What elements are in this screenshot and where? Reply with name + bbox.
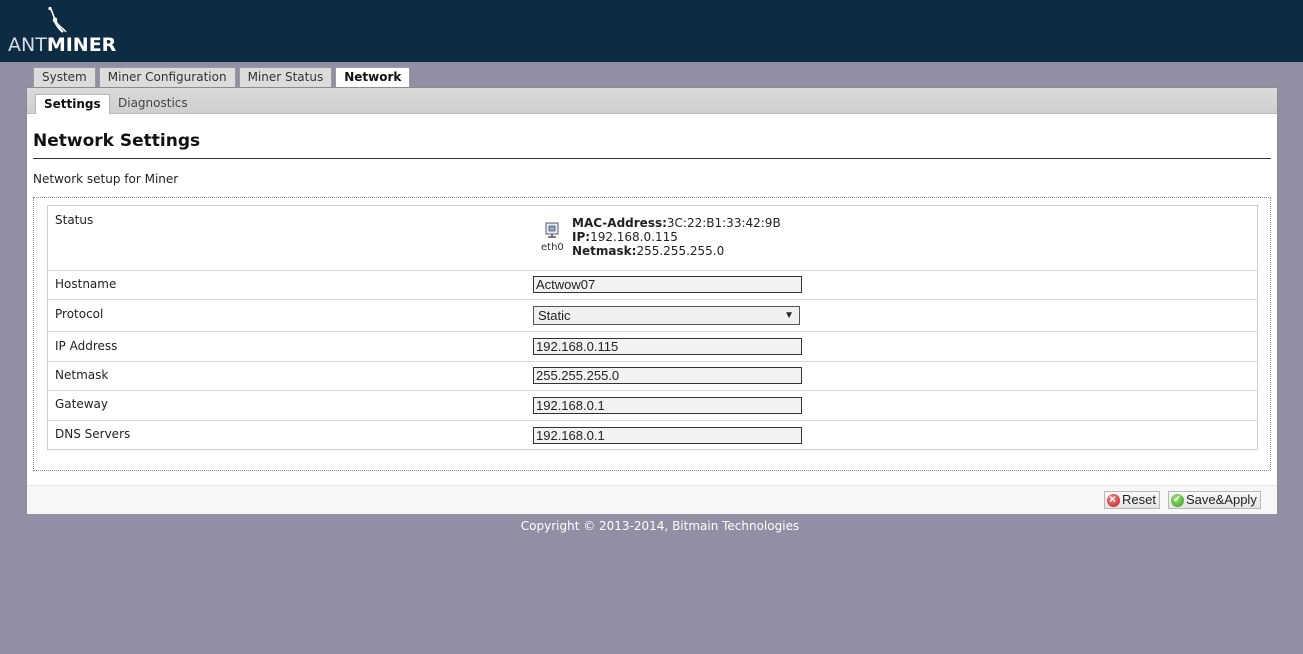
cancel-circle-icon xyxy=(1107,491,1120,507)
logo-wordmark: ANTMINER xyxy=(8,33,116,57)
logo-text-ant: ANT xyxy=(8,34,47,56)
netmask-line: Netmask:255.255.255.0 xyxy=(572,244,781,258)
page-description: Network setup for Miner xyxy=(33,172,179,186)
row-protocol: Protocol Static ▼ xyxy=(48,300,1257,332)
subtab-diagnostics[interactable]: Diagnostics xyxy=(110,94,196,114)
status-lines: MAC-Address:3C:22:B1:33:42:9B IP:192.168… xyxy=(572,216,781,258)
main-panel: Settings Diagnostics Network Settings Ne… xyxy=(26,87,1278,514)
page-title: Network Settings xyxy=(33,131,201,151)
row-hostname: Hostname Actwow07 xyxy=(48,271,1257,300)
interface-name: eth0 xyxy=(541,242,564,253)
netmask-input[interactable]: 255.255.255.0 xyxy=(533,367,802,384)
gateway-input[interactable]: 192.168.0.1 xyxy=(533,397,802,414)
content-area: Network Settings Network setup for Miner… xyxy=(27,115,1277,485)
title-divider xyxy=(33,158,1271,159)
ip-address-label: IP Address xyxy=(55,339,118,353)
antminer-logo-icon xyxy=(48,6,67,33)
dns-servers-input[interactable]: 192.168.0.1 xyxy=(533,427,802,444)
protocol-selected-value: Static xyxy=(538,308,571,323)
logo-text-miner: MINER xyxy=(46,34,117,56)
row-netmask: Netmask 255.255.255.0 xyxy=(48,362,1257,391)
status-label: Status xyxy=(55,213,94,227)
netmask-key: Netmask: xyxy=(572,244,637,258)
ip-value: 192.168.0.115 xyxy=(590,230,678,244)
reset-button[interactable]: Reset xyxy=(1104,491,1160,509)
header-bar: ANTMINER xyxy=(0,0,1303,62)
row-gateway: Gateway 192.168.0.1 xyxy=(48,391,1257,421)
save-apply-button-label: Save&Apply xyxy=(1186,492,1257,507)
network-fieldset: Status eth0 MAC-Address:3C:22:B1:33:42:9… xyxy=(33,197,1271,471)
row-dns-servers: DNS Servers 192.168.0.1 xyxy=(48,421,1257,451)
subtabs-bar: Settings Diagnostics xyxy=(27,88,1277,114)
netmask-value: 255.255.255.0 xyxy=(636,244,725,258)
check-circle-icon xyxy=(1171,492,1184,508)
action-bar: Reset Save&Apply xyxy=(27,485,1277,514)
dns-servers-label: DNS Servers xyxy=(55,427,131,441)
ip-address-input[interactable]: 192.168.0.115 xyxy=(533,338,802,355)
subtab-settings[interactable]: Settings xyxy=(35,94,110,114)
hostname-input[interactable]: Actwow07 xyxy=(533,276,802,293)
mac-value: 3C:22:B1:33:42:9B xyxy=(666,216,781,230)
ip-line: IP:192.168.0.115 xyxy=(572,230,781,244)
tab-miner-configuration[interactable]: Miner Configuration xyxy=(98,67,236,88)
netmask-label: Netmask xyxy=(55,368,109,382)
hostname-label: Hostname xyxy=(55,277,117,291)
antminer-logo: ANTMINER xyxy=(8,4,116,56)
tab-system[interactable]: System xyxy=(33,67,96,88)
protocol-label: Protocol xyxy=(55,307,104,321)
network-port-icon: eth0 xyxy=(540,222,566,256)
copyright-text: Copyright © 2013-2014, Bitmain Technolog… xyxy=(520,519,800,533)
row-status: Status eth0 MAC-Address:3C:22:B1:33:42:9… xyxy=(48,206,1257,271)
network-settings-table: Status eth0 MAC-Address:3C:22:B1:33:42:9… xyxy=(47,205,1258,450)
main-tabs: System Miner Configuration Miner Status … xyxy=(33,67,411,89)
tab-miner-status[interactable]: Miner Status xyxy=(238,67,333,88)
ip-key: IP: xyxy=(572,230,591,244)
mac-line: MAC-Address:3C:22:B1:33:42:9B xyxy=(572,216,781,230)
tab-network[interactable]: Network xyxy=(335,67,411,89)
reset-button-label: Reset xyxy=(1122,492,1156,507)
gateway-label: Gateway xyxy=(55,397,109,411)
mac-key: MAC-Address: xyxy=(572,216,667,230)
save-apply-button[interactable]: Save&Apply xyxy=(1168,491,1261,509)
dropdown-arrow-icon: ▼ xyxy=(784,310,794,321)
protocol-select[interactable]: Static ▼ xyxy=(533,306,800,325)
row-ip-address: IP Address 192.168.0.115 xyxy=(48,332,1257,362)
